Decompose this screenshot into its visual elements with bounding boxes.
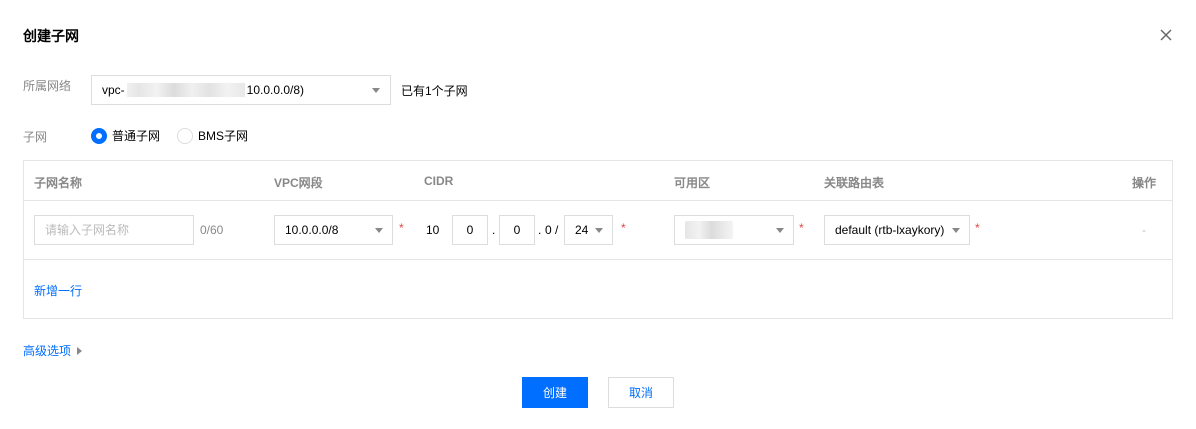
table-header: 子网名称 VPC网段 CIDR 可用区 关联路由表 操作 bbox=[24, 161, 1172, 201]
header-cidr: CIDR bbox=[424, 174, 454, 188]
header-route-table: 关联路由表 bbox=[824, 176, 885, 190]
required-mark: * bbox=[975, 221, 980, 235]
vpc-select-prefix: vpc- bbox=[102, 83, 125, 97]
vpc-cidr-select[interactable]: 10.0.0.0/8 bbox=[274, 215, 393, 245]
vpc-label: 所属网络 bbox=[23, 79, 72, 93]
radio-checked-icon bbox=[91, 127, 107, 144]
advanced-options-label: 高级选项 bbox=[23, 344, 72, 358]
advanced-options-toggle[interactable]: 高级选项 bbox=[23, 342, 83, 359]
header-vpc-cidr: VPC网段 bbox=[274, 176, 323, 190]
required-mark: * bbox=[621, 221, 626, 235]
caret-right-icon bbox=[77, 346, 83, 355]
vpc-select[interactable]: vpc- 10.0.0.0/8) bbox=[91, 75, 391, 105]
radio-normal-subnet[interactable]: 普通子网 bbox=[91, 127, 160, 144]
header-subnet-name: 子网名称 bbox=[34, 176, 83, 190]
required-mark: * bbox=[399, 221, 404, 235]
cidr-octet1-text: 10 bbox=[426, 223, 440, 237]
cidr-octet4-text: 0 / bbox=[545, 223, 559, 237]
create-button[interactable]: 创建 bbox=[522, 377, 588, 408]
chevron-down-icon bbox=[952, 228, 960, 233]
vpc-cidr-value: 10.0.0.0/8 bbox=[285, 223, 339, 237]
chevron-down-icon bbox=[372, 88, 380, 93]
route-table-value: default (rtb-lxaykory) bbox=[835, 223, 945, 237]
cidr-octet2-input[interactable] bbox=[452, 215, 488, 245]
radio-normal-subnet-label: 普通子网 bbox=[112, 129, 161, 143]
radio-bms-subnet-label: BMS子网 bbox=[198, 129, 249, 143]
zone-redacted-value bbox=[685, 221, 733, 239]
subnet-name-char-count: 0/60 bbox=[200, 223, 224, 237]
vpc-select-suffix: 10.0.0.0/8) bbox=[246, 83, 305, 97]
chevron-down-icon bbox=[776, 228, 784, 233]
header-zone: 可用区 bbox=[674, 176, 711, 190]
route-table-select[interactable]: default (rtb-lxaykory) bbox=[824, 215, 970, 245]
cidr-dot: . bbox=[492, 223, 496, 237]
subnet-type-label: 子网 bbox=[23, 130, 48, 144]
cidr-octet3-input[interactable] bbox=[499, 215, 535, 245]
chevron-down-icon bbox=[595, 228, 603, 233]
cancel-button[interactable]: 取消 bbox=[608, 377, 674, 408]
chevron-down-icon bbox=[375, 228, 383, 233]
radio-bms-subnet[interactable]: BMS子网 bbox=[177, 127, 248, 144]
vpc-redacted-area bbox=[126, 83, 245, 97]
vpc-subnet-count-hint: 已有1个子网 bbox=[401, 84, 468, 98]
row-action-placeholder: - bbox=[1142, 223, 1146, 237]
zone-select[interactable] bbox=[674, 215, 794, 245]
header-action: 操作 bbox=[1132, 176, 1157, 190]
add-row-link[interactable]: 新增一行 bbox=[34, 282, 82, 299]
close-icon[interactable] bbox=[1159, 28, 1173, 42]
radio-unchecked-icon bbox=[177, 127, 193, 144]
subnet-name-input[interactable] bbox=[34, 215, 194, 245]
cidr-mask-select[interactable]: 24 bbox=[564, 215, 613, 245]
required-mark: * bbox=[799, 221, 804, 235]
subnet-table: 子网名称 VPC网段 CIDR 可用区 关联路由表 操作 0/60 10.0.0… bbox=[23, 160, 1173, 319]
cidr-mask-value: 24 bbox=[575, 223, 589, 237]
cidr-dot: . bbox=[538, 223, 542, 237]
dialog-title: 创建子网 bbox=[23, 28, 79, 44]
table-row: 0/60 10.0.0.0/8 * 10 . . 0 / 24 * * defa… bbox=[24, 201, 1172, 260]
